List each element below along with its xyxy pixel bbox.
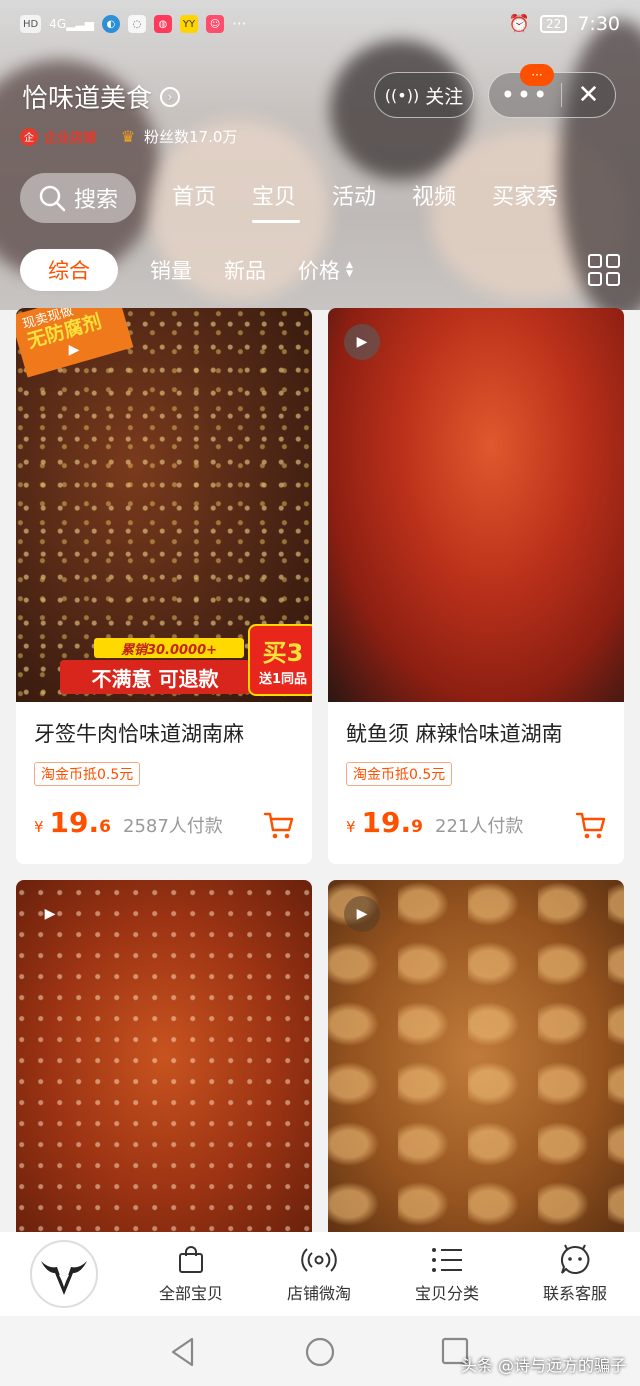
promo-refund: 不满意 可退款 (60, 660, 250, 694)
tab-products[interactable]: 宝贝 (252, 179, 301, 223)
tab-buyer-show[interactable]: 买家秀 (492, 179, 558, 217)
back-icon[interactable] (168, 1336, 198, 1368)
clock: 7:30 (577, 13, 620, 35)
product-info: 牙签牛肉恰味道湖南麻 淘金币抵0.5元 ¥ 19. 6 2587人付款 (16, 702, 312, 864)
wechat-icon: ◌ (127, 15, 146, 33)
add-to-cart-icon[interactable] (262, 808, 296, 842)
coin-discount-badge: 淘金币抵0.5元 (34, 762, 141, 786)
app-notification-icon: ◍ (153, 15, 172, 33)
signal-icon: 4G▂▃▅ (49, 17, 94, 31)
home-icon[interactable] (304, 1336, 336, 1368)
status-bar: HD 4G▂▃▅ ◐ ◌ ◍ YY ☺ ··· ⏰ 22 7:30 (0, 0, 640, 48)
add-to-cart-icon[interactable] (574, 808, 608, 842)
alarm-icon: ⏰ (508, 14, 531, 34)
search-label: 搜索 (73, 188, 118, 213)
product-title: 鱿鱼须 麻辣恰味道湖南 (346, 722, 563, 746)
search-icon (39, 185, 66, 212)
promo-buy-badge: 买3 送1同品 (248, 624, 312, 696)
sort-bar: 综合 销量 新品 价格 ▲ ▼ (20, 248, 620, 292)
hd-indicator: HD (20, 15, 42, 33)
product-title: 牙签牛肉恰味道湖南麻 (34, 722, 244, 746)
price-integer: 19. (49, 806, 100, 839)
tab-videos[interactable]: 视频 (412, 179, 456, 217)
product-info: 鱿鱼须 麻辣恰味道湖南 淘金币抵0.5元 ¥ 19. 9 221人付款 (328, 702, 624, 864)
nav-categories[interactable]: 宝贝分类 (392, 1240, 502, 1304)
product-card[interactable]: ▶ 鱿鱼须 麻辣恰味道湖南 淘金币抵0.5元 ¥ 19. 9 221人付款 (328, 308, 624, 864)
shop-tabs: 搜索 首页 宝贝 活动 视频 买家秀 (20, 172, 558, 224)
chevron-right-icon: › (160, 86, 181, 107)
shop-bottom-nav: 全部宝贝 店铺微淘 宝贝分类 联系客服 (0, 1232, 640, 1316)
nav-all-products[interactable]: 全部宝贝 (136, 1240, 246, 1304)
play-icon: ▶ (68, 342, 80, 358)
product-image: ▶ (328, 880, 624, 1232)
price-row: ¥ 19. 9 221人付款 (346, 806, 606, 839)
sort-price[interactable]: 价格 ▲ ▼ (298, 255, 353, 285)
nav-label: 宝贝分类 (414, 1284, 479, 1303)
nav-label: 联系客服 (542, 1284, 607, 1303)
price-row: ¥ 19. 6 2587人付款 (34, 806, 294, 839)
close-button[interactable]: ✕ (562, 80, 615, 110)
battery-icon: 22 (540, 15, 568, 33)
enterprise-shop-label: 企业店铺 (44, 131, 97, 146)
price-integer: 19. (361, 806, 412, 839)
watermark: 头条 @诗与远方的骗子 (460, 1356, 626, 1375)
sort-sales-label: 销量 (150, 259, 192, 283)
bull-logo-icon (41, 1261, 87, 1295)
promo-buy: 买3 (262, 639, 304, 667)
follow-button[interactable]: ((•)) 关注 (374, 72, 474, 118)
grid-view-icon[interactable] (588, 254, 620, 286)
tab-activities[interactable]: 活动 (332, 179, 376, 217)
app-notification-icon: ◐ (101, 15, 120, 33)
shopping-bag-icon (136, 1240, 246, 1280)
sort-price-label: 价格 (298, 259, 340, 283)
sort-new[interactable]: 新品 (224, 255, 266, 285)
list-icon (392, 1240, 502, 1280)
follow-label: 关注 (425, 85, 464, 108)
promo-gift: 送1同品 (258, 672, 308, 687)
promo-banner: 累销30.0000+ 不满意 可退款 买3 送1同品 (60, 624, 312, 698)
shop-logo[interactable] (30, 1240, 98, 1308)
currency-symbol: ¥ (346, 818, 356, 836)
tab-home[interactable]: 首页 (172, 179, 216, 217)
sort-sales[interactable]: 销量 (150, 255, 192, 285)
app-notification-icon: YY (179, 15, 199, 33)
price-decimal: 9 (411, 817, 423, 837)
broadcast-icon (264, 1240, 374, 1280)
search-button[interactable]: 搜索 (20, 173, 136, 223)
crown-icon: ♛ (120, 127, 136, 146)
shop-meta: 企 企业店铺 ♛ 粉丝数17.0万 (20, 126, 237, 147)
chat-face-icon (520, 1240, 630, 1280)
nav-label: 全部宝贝 (158, 1284, 223, 1303)
play-icon: ▶ (344, 896, 380, 932)
product-image: ▶ (328, 308, 624, 702)
nav-customer-service[interactable]: 联系客服 (520, 1240, 630, 1304)
price-decimal: 6 (99, 817, 111, 837)
sold-count: 2587人付款 (123, 816, 223, 837)
sort-new-label: 新品 (224, 259, 266, 283)
shop-name-link[interactable]: 恰味道美食 › (22, 78, 181, 115)
shop-name: 恰味道美食 (22, 84, 153, 114)
sold-count: 221人付款 (435, 816, 524, 837)
coin-discount-badge: 淘金币抵0.5元 (346, 762, 453, 786)
fans-count: 粉丝数17.0万 (144, 128, 238, 146)
enterprise-shop-icon: 企 (20, 127, 38, 146)
notification-badge: ··· (520, 64, 554, 86)
nav-shop-feed[interactable]: 店铺微淘 (264, 1240, 374, 1304)
product-image: ▶ (16, 880, 312, 1232)
play-icon: ▶ (344, 324, 380, 360)
more-menu-button[interactable]: ••• (489, 83, 561, 107)
more-notifications-icon: ··· (232, 15, 247, 33)
app-notification-icon: ☺ (206, 15, 225, 33)
product-image: 现卖现做 无防腐剂 ▶ 累销30.0000+ 不满意 可退款 买3 送1同品 (16, 308, 312, 702)
sort-overall[interactable]: 综合 (20, 249, 118, 291)
nav-label: 店铺微淘 (286, 1284, 351, 1303)
sort-arrows-icon: ▲ ▼ (346, 260, 353, 279)
broadcast-icon: ((•)) (384, 85, 420, 105)
product-card[interactable]: ▶ (328, 880, 624, 1232)
play-icon: ▶ (44, 906, 56, 922)
currency-symbol: ¥ (34, 818, 44, 836)
product-card[interactable]: ▶ (16, 880, 312, 1232)
promo-sales: 累销30.0000+ (94, 638, 244, 658)
product-card[interactable]: 现卖现做 无防腐剂 ▶ 累销30.0000+ 不满意 可退款 买3 送1同品 牙… (16, 308, 312, 864)
